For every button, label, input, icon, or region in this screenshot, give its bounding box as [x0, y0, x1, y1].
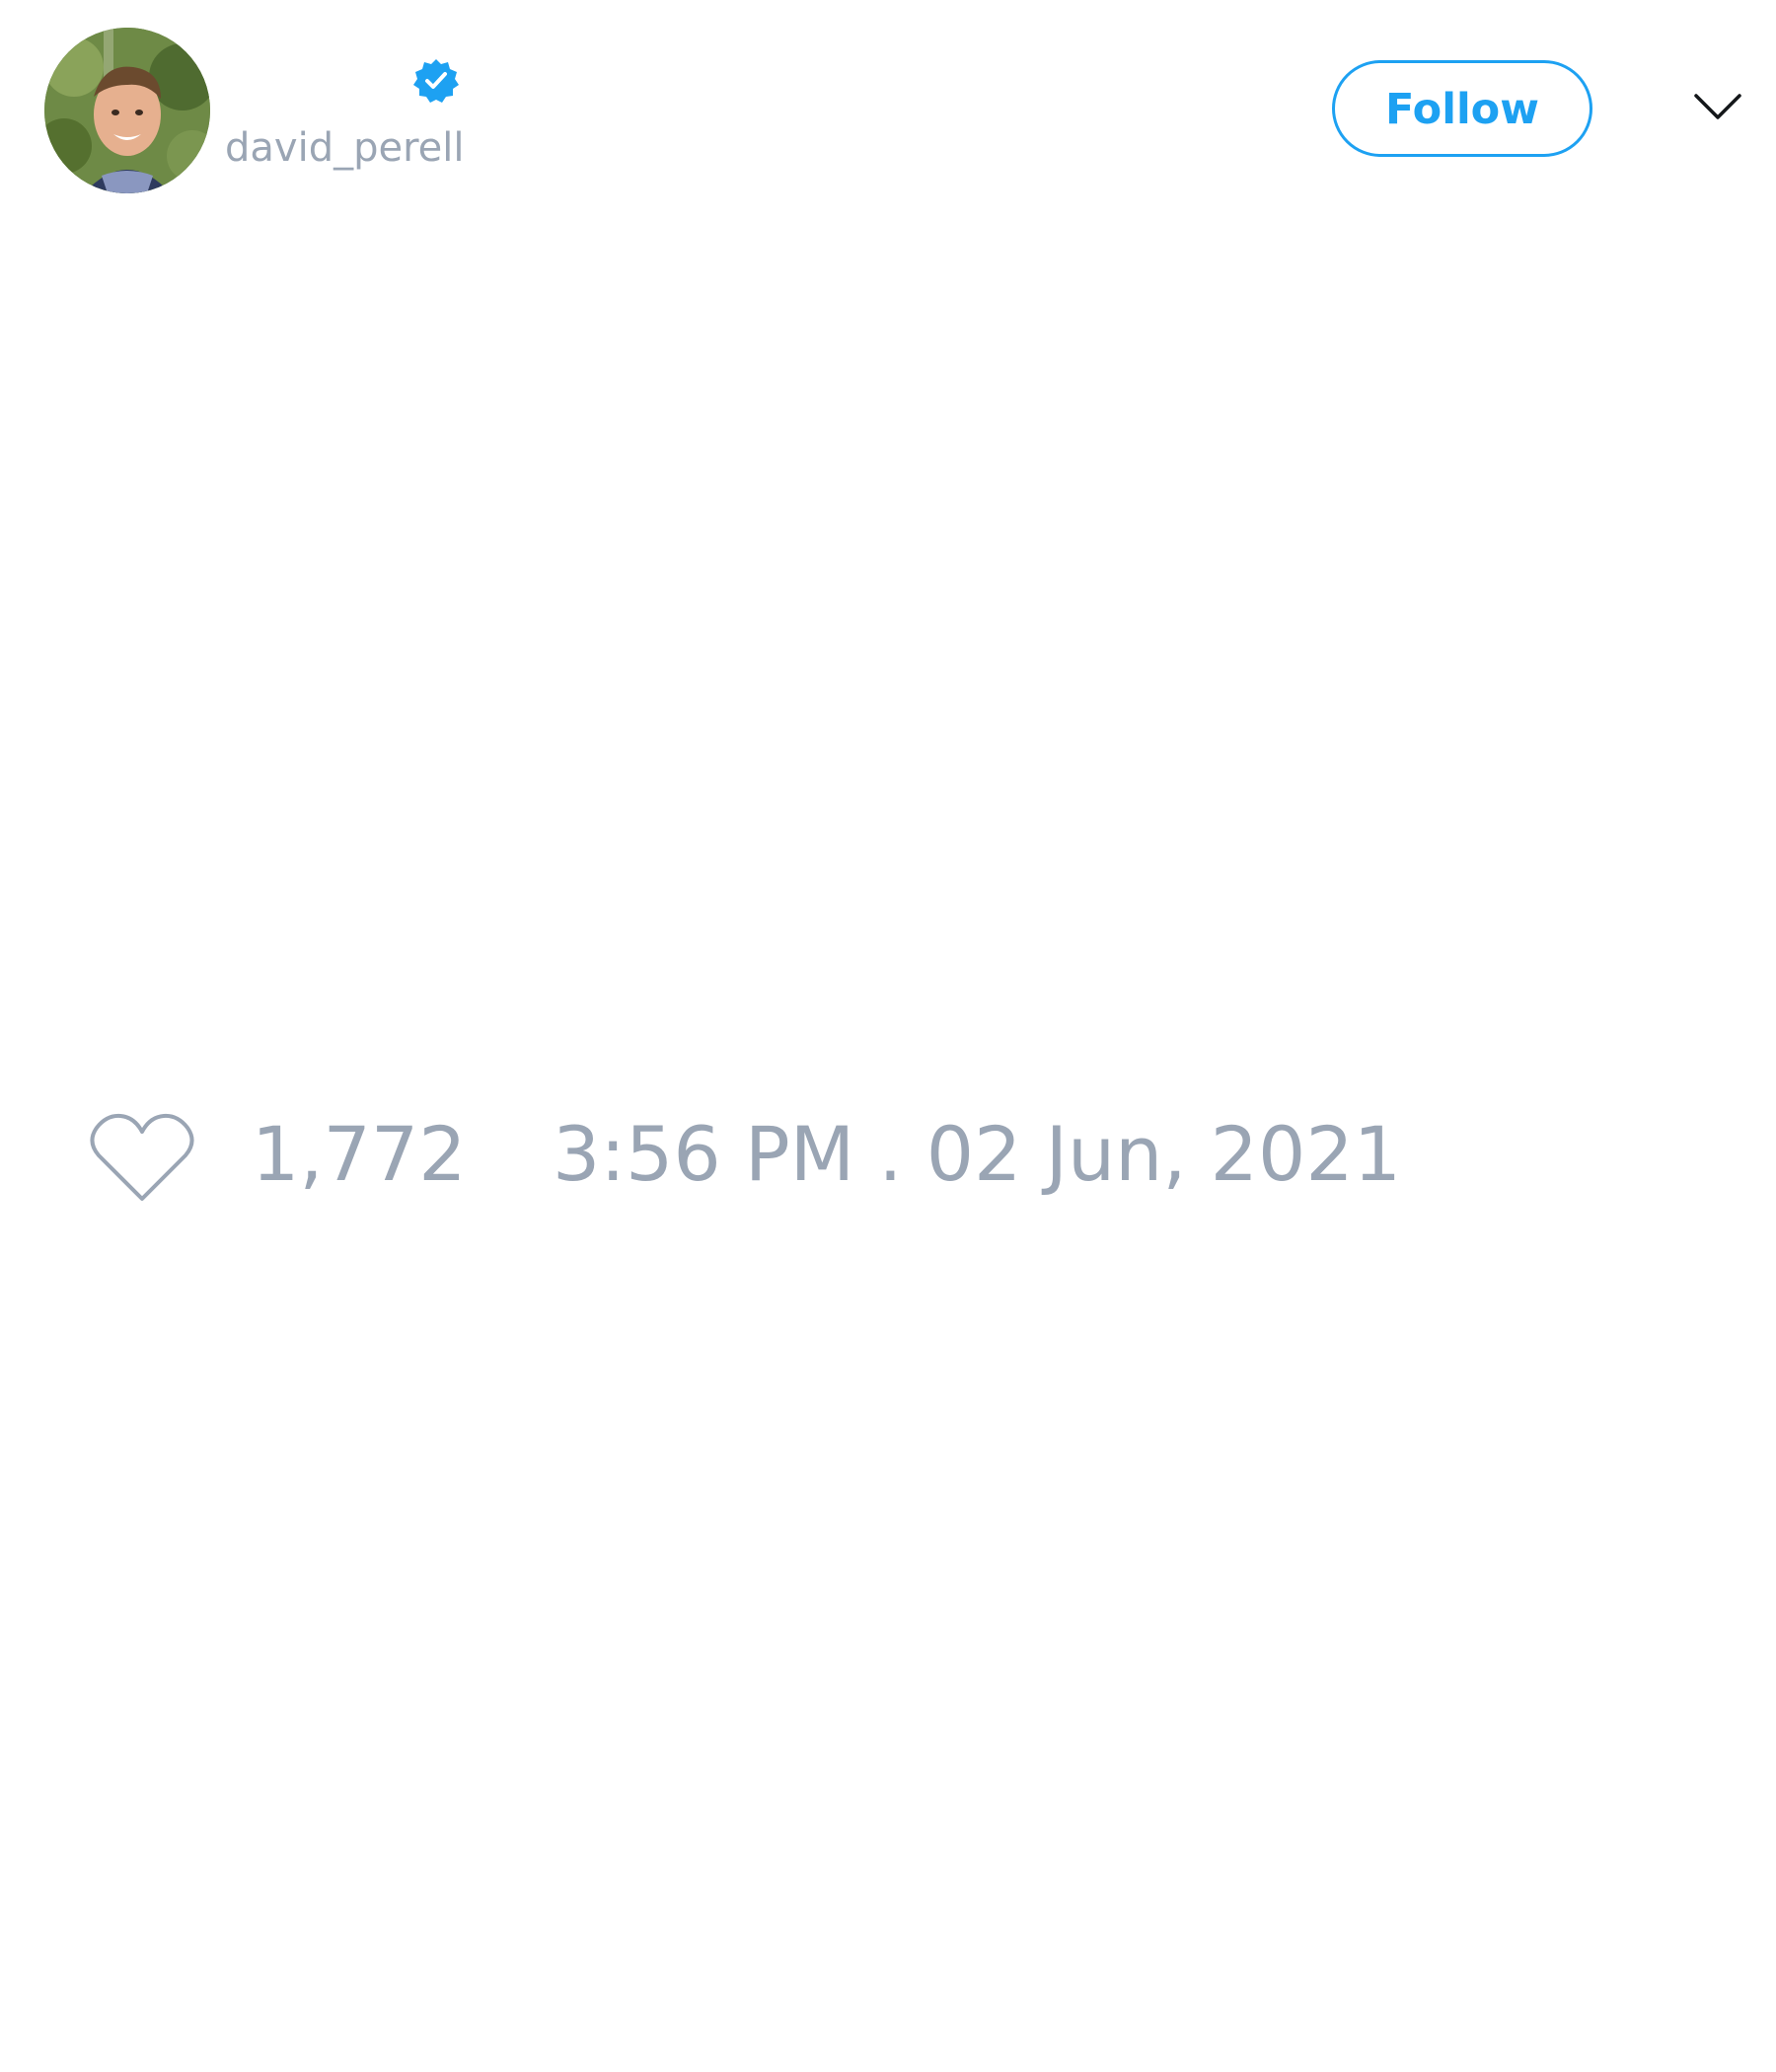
avatar[interactable]	[44, 28, 210, 193]
heart-icon[interactable]	[89, 1112, 195, 1203]
tweet-footer: 1,772 3:56 PM . 02 Jun, 2021	[0, 1105, 1776, 1204]
follow-button[interactable]: Follow	[1332, 60, 1592, 157]
chevron-down-icon[interactable]	[1693, 92, 1742, 121]
like-count: 1,772	[252, 1110, 467, 1198]
author-handle[interactable]: david_perell	[225, 124, 464, 172]
tweet-card: david_perell Follow 1,772 3:56 PM . 02 J…	[0, 0, 1776, 2072]
verified-badge-icon	[412, 57, 460, 105]
avatar-photo	[44, 28, 210, 193]
tweet-timestamp[interactable]: 3:56 PM . 02 Jun, 2021	[553, 1105, 1401, 1204]
